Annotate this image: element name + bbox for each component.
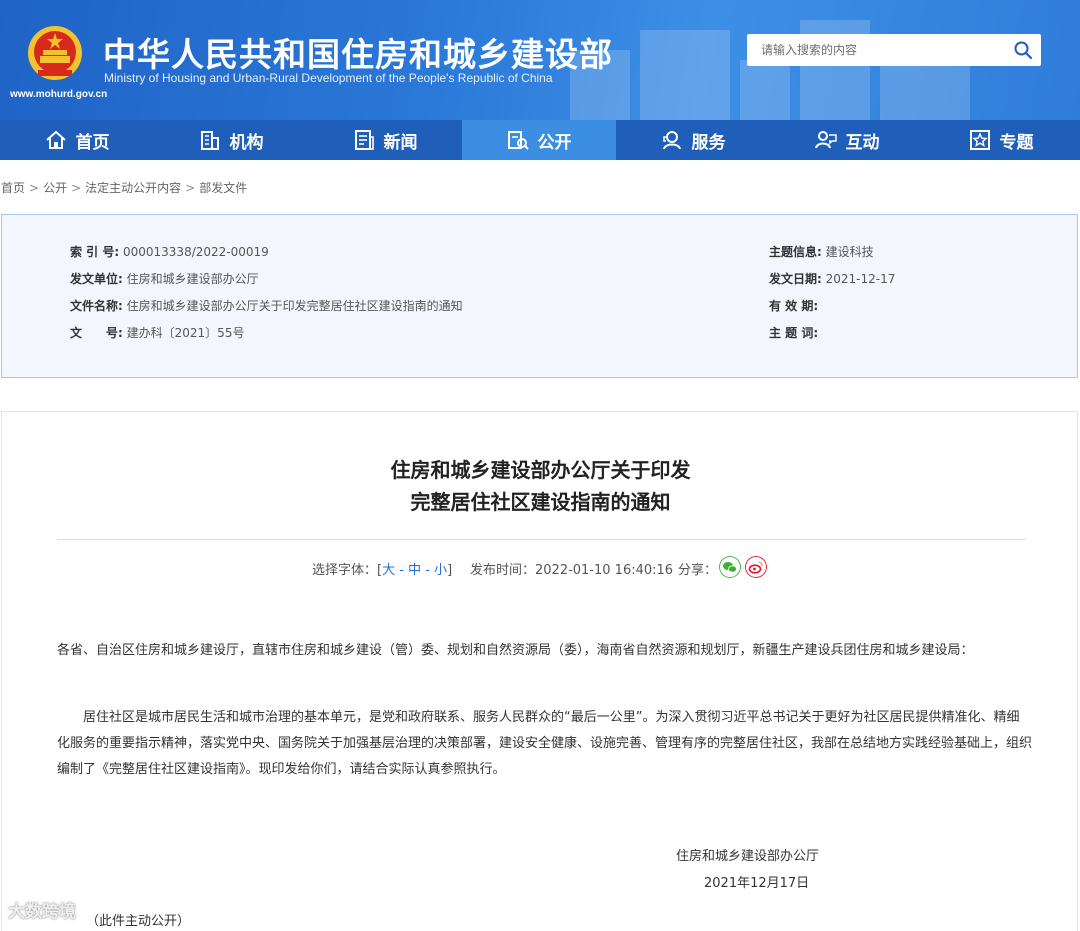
breadcrumb-separator: >	[29, 181, 40, 195]
site-header: 中华人民共和国住房和城乡建设部 Ministry of Housing and …	[0, 0, 1080, 120]
site-subtitle: Ministry of Housing and Urban-Rural Deve…	[104, 71, 553, 85]
article-title-line1: 住房和城乡建设部办公厅关于印发	[390, 458, 691, 482]
title-divider	[57, 539, 1026, 540]
wechat-share-icon[interactable]	[719, 556, 741, 578]
nav-label: 机构	[229, 132, 264, 153]
breadcrumb-open[interactable]: 公开	[43, 181, 67, 195]
nav-label: 专题	[999, 132, 1034, 153]
info-issuer: 发文单位: 住房和城乡建设部办公厅	[70, 272, 259, 286]
font-small-button[interactable]: 小	[434, 563, 447, 578]
nav-item-home[interactable]: 首页	[0, 120, 154, 160]
home-icon	[45, 130, 66, 149]
font-size-selector: 选择字体：[大 - 中 - 小]	[312, 563, 453, 578]
search-box	[747, 34, 1041, 66]
nav-item-open[interactable]: 公开	[462, 120, 616, 160]
issuer-value: 住房和城乡建设部办公厅	[126, 272, 259, 286]
nav-label: 新闻	[383, 132, 418, 153]
info-filename: 文件名称: 住房和城乡建设部办公厅关于印发完整居住社区建设指南的通知	[70, 299, 463, 313]
search-icon[interactable]	[1013, 40, 1033, 60]
salutation-paragraph: 各省、自治区住房和城乡建设厅，直辖市住房和城乡建设（管）委、规划和自然资源局（委…	[57, 643, 974, 658]
breadcrumb-statutory-content[interactable]: 法定主动公开内容	[85, 181, 181, 195]
national-emblem-icon	[28, 26, 82, 80]
info-date: 发文日期: 2021-12-17	[769, 272, 896, 286]
interact-icon	[814, 131, 837, 149]
issue-date: 2021-12-17	[825, 272, 896, 286]
site-title: 中华人民共和国住房和城乡建设部	[103, 35, 613, 74]
nav-label: 服务	[691, 132, 726, 153]
search-input[interactable]	[747, 34, 1007, 66]
site-url[interactable]: www.mohurd.gov.cn	[10, 89, 107, 100]
public-note: （此件主动公开）	[86, 914, 191, 929]
weibo-share-icon[interactable]	[745, 556, 767, 578]
breadcrumb-separator: >	[185, 181, 196, 195]
article-body: 住房和城乡建设部办公厅关于印发 完整居住社区建设指南的通知 选择字体：[大 - …	[1, 411, 1078, 931]
nav-item-topics[interactable]: 专题	[924, 120, 1078, 160]
filename-value: 住房和城乡建设部办公厅关于印发完整居住社区建设指南的通知	[126, 299, 463, 313]
nav-label: 互动	[845, 132, 880, 153]
font-large-button[interactable]: 大	[382, 563, 395, 578]
signer: 住房和城乡建设部办公厅	[676, 849, 820, 864]
document-info-panel: 索 引 号: 000013338/2022-00019 主题信息: 建设科技 发…	[1, 214, 1078, 378]
news-icon	[354, 130, 374, 150]
watermark-text: 大数跨境	[8, 902, 76, 922]
breadcrumb-separator: >	[71, 181, 82, 195]
star-icon	[969, 130, 990, 150]
topic-value: 建设科技	[825, 245, 874, 259]
index-number: 000013338/2022-00019	[122, 245, 269, 259]
main-nav: 首页 机构 新闻 公开 服务 互动 专题	[0, 120, 1080, 160]
open-icon	[507, 131, 529, 150]
service-icon	[662, 131, 681, 150]
share-label: 分享：	[678, 563, 718, 578]
document-number: 建办科〔2021〕55号	[126, 326, 245, 340]
font-medium-button[interactable]: 中	[408, 563, 421, 578]
breadcrumb-ministry-documents[interactable]: 部发文件	[199, 181, 247, 195]
nav-item-organization[interactable]: 机构	[154, 120, 308, 160]
nav-label: 首页	[75, 132, 110, 153]
sign-date: 2021年12月17日	[704, 876, 810, 891]
info-docno: 文 号: 建办科〔2021〕55号	[70, 326, 245, 340]
nav-item-interact[interactable]: 互动	[770, 120, 924, 160]
info-validity: 有 效 期:	[769, 299, 819, 313]
info-subject: 主 题 词:	[769, 326, 819, 340]
breadcrumb: 首页 > 公开 > 法定主动公开内容 > 部发文件	[1, 179, 247, 196]
article-title-line2: 完整居住社区建设指南的通知	[410, 490, 671, 514]
breadcrumb-home[interactable]: 首页	[1, 181, 25, 195]
publish-time: 发布时间：2022-01-10 16:40:16	[470, 563, 674, 578]
nav-item-service[interactable]: 服务	[616, 120, 770, 160]
info-index: 索 引 号: 000013338/2022-00019	[70, 245, 269, 259]
body-paragraph: 居住社区是城市居民生活和城市治理的基本单元，是党和政府联系、服务人民群众的“最后…	[57, 710, 1033, 777]
nav-label: 公开	[537, 132, 572, 153]
nav-item-news[interactable]: 新闻	[308, 120, 462, 160]
building-icon	[200, 131, 219, 150]
info-topic: 主题信息: 建设科技	[769, 245, 874, 259]
